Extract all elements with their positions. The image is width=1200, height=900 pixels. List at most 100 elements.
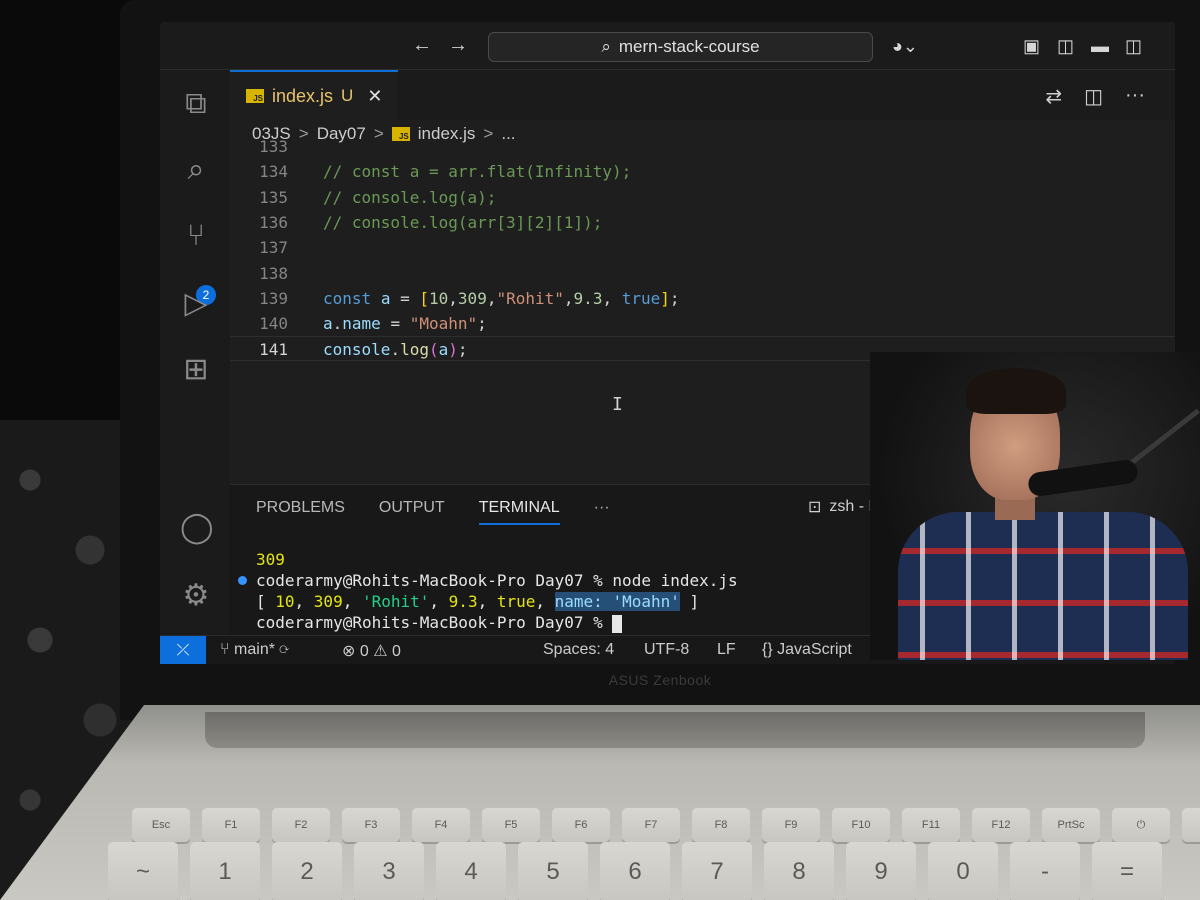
braces-icon: {} [762,641,773,658]
explorer-icon[interactable]: ⧉ [180,88,212,120]
back-arrow-icon[interactable]: ← [412,34,432,57]
panel-more-icon[interactable]: ··· [594,499,610,525]
editor-tab-bar: JS index.js U ✕ ⇄ ◫ ··· [230,70,1175,120]
code-line[interactable]: 134 // const a = arr.flat(Infinity); [230,159,1175,184]
line-number[interactable]: 137 [230,235,288,260]
keyboard-key: ⏻ [1112,808,1170,842]
terminal-cursor [612,614,623,633]
account-icon[interactable]: ◯ [180,512,214,544]
webcam-overlay [870,352,1200,660]
keyboard-key: - [1010,842,1080,900]
eol-indicator[interactable]: LF [717,641,736,659]
code-text[interactable]: // console.log(arr[3][2][1]); [323,210,602,235]
remote-indicator-icon[interactable]: ⤫ [160,636,206,664]
keyboard-key: F1 [202,808,260,842]
keyboard-key: 3 [354,842,424,900]
line-number[interactable]: 135 [230,185,288,210]
tab-terminal[interactable]: TERMINAL [478,499,560,525]
close-tab-icon[interactable]: ✕ [367,86,382,107]
keyboard-key: F9 [762,808,820,842]
editor-actions: ⇄ ◫ ··· [1045,84,1145,109]
keyboard-key: F12 [972,808,1030,842]
language-mode-indicator[interactable]: {} JavaScript [762,641,852,659]
terminal-line: coderarmy@Rohits-MacBook-Pro Day07 % [256,612,738,633]
more-actions-icon[interactable]: ··· [1125,84,1145,109]
source-control-icon[interactable]: ⑂ [180,220,212,252]
split-editor-icon[interactable]: ◫ [1084,84,1103,109]
keyboard-key: F7 [622,808,680,842]
indentation-indicator[interactable]: Spaces: 4 [543,641,614,659]
run-debug-icon[interactable]: ▷ [180,288,212,320]
panel-tabs: PROBLEMS OUTPUT TERMINAL ··· [256,499,610,525]
tab-untracked-status: U [341,86,354,105]
presenter-hair [966,368,1066,414]
tab-index-js[interactable]: JS index.js U ✕ [230,70,398,120]
keyboard-key: 1 [190,842,260,900]
line-number[interactable]: 136 [230,210,288,235]
keyboard-key: Del [1182,808,1200,842]
warning-icon: ⚠ [373,643,388,660]
customize-layout-icon[interactable]: ▣ [1023,36,1040,57]
line-number[interactable]: 134 [230,159,288,184]
code-line[interactable]: 136 // console.log(arr[3][2][1]); [230,210,1175,235]
code-line[interactable]: 133 [230,134,1175,159]
command-center-text: mern-stack-course [618,37,760,56]
keyboard-key: F6 [552,808,610,842]
keyboard-key: Esc [132,808,190,842]
sync-icon: ⟳ [279,641,290,658]
tab-title: index.js [272,85,334,106]
line-number[interactable]: 141 [230,337,288,362]
code-text[interactable]: console.log(a); [323,337,468,362]
command-success-decoration-icon[interactable] [238,576,247,585]
keyboard-key: F10 [832,808,890,842]
copilot-icon[interactable]: ◕⌄ [892,36,918,57]
terminal-line: 309 [256,550,285,569]
code-line[interactable]: 137 [230,235,1175,260]
command-center-search[interactable]: ⌕ mern-stack-course [488,32,873,62]
terminal-output[interactable]: 309 coderarmy@Rohits-MacBook-Pro Day07 %… [238,549,738,633]
mouse-ibeam-cursor-icon: I [612,394,623,415]
code-line[interactable]: 138 [230,261,1175,286]
terminal-line: coderarmy@Rohits-MacBook-Pro Day07 % nod… [256,571,738,590]
branch-indicator[interactable]: ⑂ main* ⟳ [220,641,289,659]
code-text[interactable]: // const a = arr.flat(Infinity); [323,159,631,184]
javascript-file-icon: JS [246,89,264,103]
terminal-icon: ⊡ [808,499,822,516]
keyboard-number-row: ~1 2 3 4 5 6 7 8 9 0- = [108,842,1162,900]
search-icon[interactable]: ⌕ [180,154,212,186]
keyboard-key: 0 [928,842,998,900]
keyboard-key: 4 [436,842,506,900]
keyboard-key: F2 [272,808,330,842]
keyboard-key: 8 [764,842,834,900]
toggle-panel-icon[interactable]: ▬ [1091,36,1109,57]
encoding-indicator[interactable]: UTF-8 [644,641,689,659]
code-line[interactable]: 140 a.name = "Moahn"; [230,311,1175,336]
code-text[interactable]: const a = [10,309,"Rohit",9.3, true]; [323,286,680,311]
keyboard-key: 6 [600,842,670,900]
keyboard-key: 9 [846,842,916,900]
code-line[interactable]: 135 // console.log(a); [230,185,1175,210]
tab-output[interactable]: OUTPUT [379,499,445,525]
terminal-line: [ 10, 309, 'Rohit', 9.3, true, name: 'Mo… [256,592,700,611]
line-number[interactable]: 139 [230,286,288,311]
code-line[interactable]: 139 const a = [10,309,"Rohit",9.3, true]; [230,286,1175,311]
title-bar: ← → ⌕ mern-stack-course ◕⌄ ▣ ◫ ▬ ◫ [160,22,1175,70]
keyboard-key: PrtSc [1042,808,1100,842]
keyboard-key: 2 [272,842,342,900]
search-icon: ⌕ [601,37,611,56]
tab-problems[interactable]: PROBLEMS [256,499,345,525]
settings-gear-icon[interactable]: ⚙ [180,580,212,612]
toggle-primary-sidebar-icon[interactable]: ◫ [1057,36,1074,57]
open-changes-icon[interactable]: ⇄ [1045,84,1062,109]
extensions-icon[interactable]: ⊞ [180,354,212,386]
problems-indicator[interactable]: ⊗ 0 ⚠ 0 [342,641,401,661]
toggle-secondary-sidebar-icon[interactable]: ◫ [1125,36,1142,57]
code-text[interactable]: // console.log(a); [323,185,496,210]
keyboard-key: F11 [902,808,960,842]
line-number[interactable]: 138 [230,261,288,286]
line-number[interactable]: 140 [230,311,288,336]
keyboard-key: F8 [692,808,750,842]
forward-arrow-icon[interactable]: → [448,34,468,57]
line-number[interactable]: 133 [230,134,288,159]
code-text[interactable]: a.name = "Moahn"; [323,311,487,336]
